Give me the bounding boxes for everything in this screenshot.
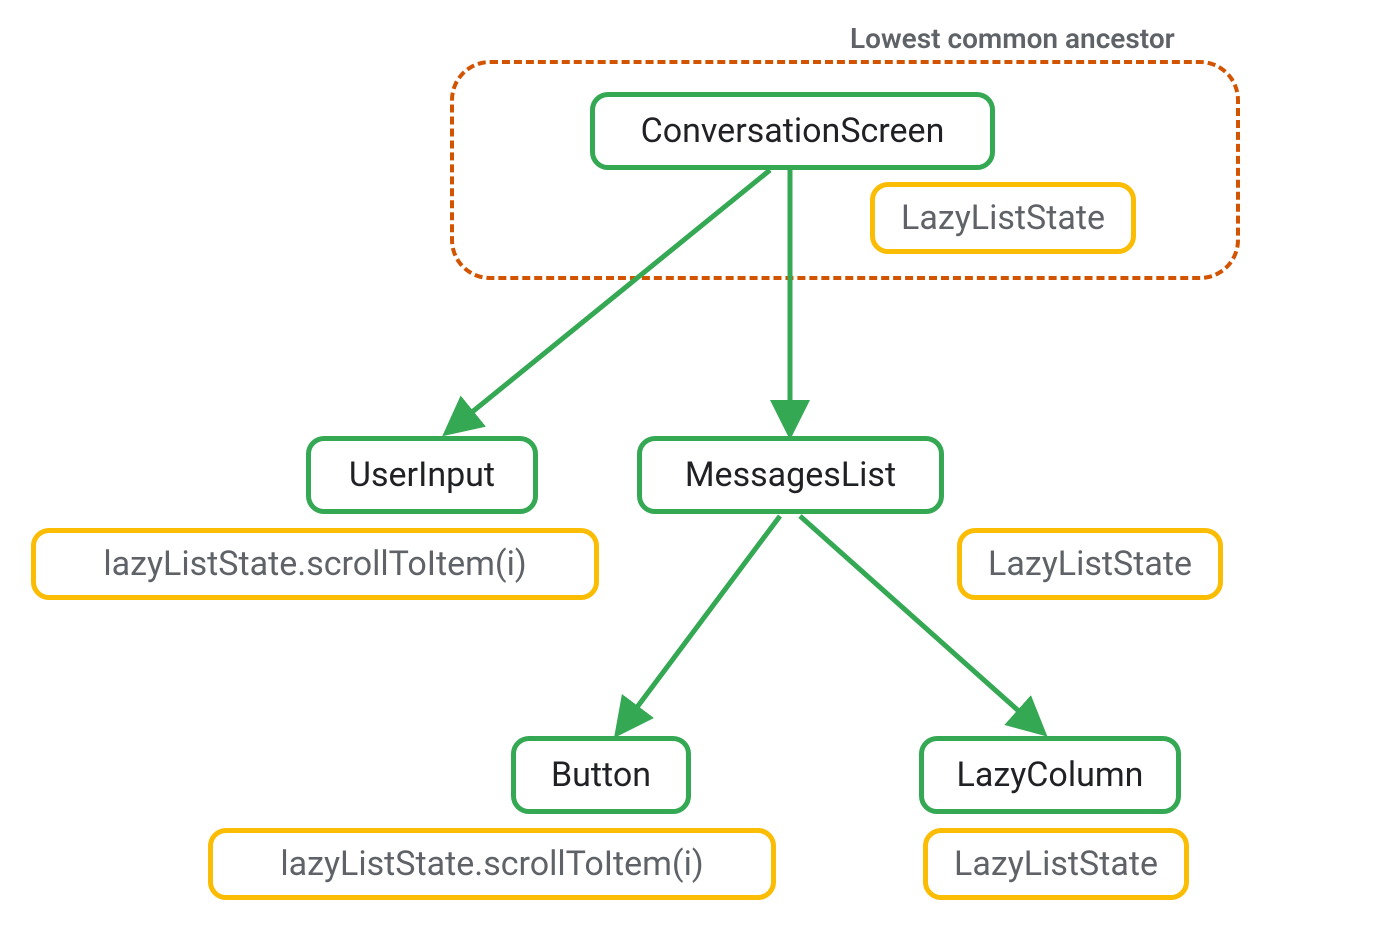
node-label: ConversationScreen xyxy=(641,111,945,151)
state-label: LazyListState xyxy=(901,198,1105,238)
node-messages-list: MessagesList xyxy=(637,436,944,514)
node-label: LazyColumn xyxy=(957,755,1144,795)
node-button: Button xyxy=(511,736,691,814)
ancestor-label: Lowest common ancestor xyxy=(850,22,1175,55)
state-label: LazyListState xyxy=(954,844,1158,884)
node-conversation-screen: ConversationScreen xyxy=(590,92,995,170)
state-label: LazyListState xyxy=(988,544,1192,584)
state-label: lazyListState.scrollToItem(i) xyxy=(103,544,526,584)
state-user-input: lazyListState.scrollToItem(i) xyxy=(31,528,599,600)
state-label: lazyListState.scrollToItem(i) xyxy=(280,844,703,884)
node-label: Button xyxy=(551,755,651,795)
state-button: lazyListState.scrollToItem(i) xyxy=(208,828,776,900)
node-label: MessagesList xyxy=(685,455,896,495)
state-lazy-column: LazyListState xyxy=(923,828,1189,900)
state-conversation-screen: LazyListState xyxy=(870,182,1136,254)
node-lazy-column: LazyColumn xyxy=(919,736,1181,814)
node-user-input: UserInput xyxy=(306,436,538,514)
state-messages-list: LazyListState xyxy=(957,528,1223,600)
node-label: UserInput xyxy=(349,455,495,495)
